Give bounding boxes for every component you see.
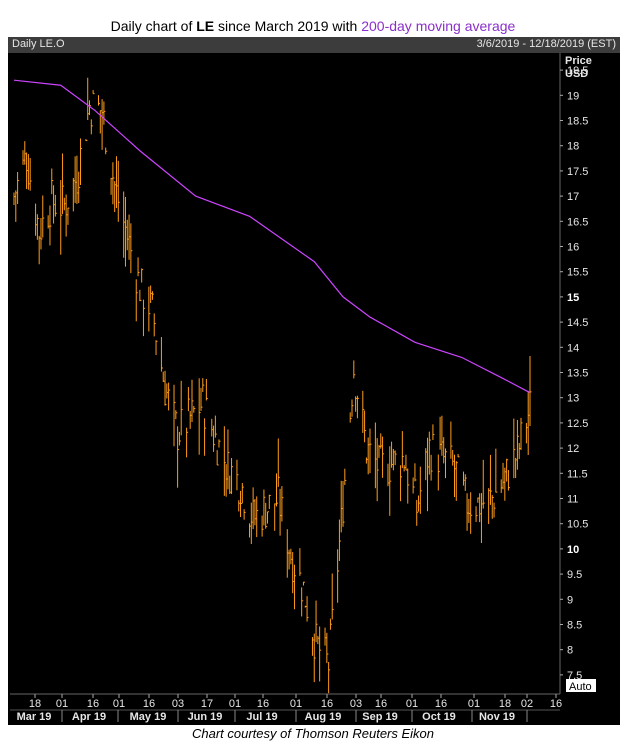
x-tick-label: 03 <box>350 698 362 710</box>
x-tick-label: 16 <box>375 698 387 710</box>
x-tick-label: 17 <box>201 698 213 710</box>
y-tick-label: 8 <box>567 645 573 657</box>
x-month-label: Mar 19 <box>17 711 52 723</box>
y-tick-label: 16 <box>567 242 579 254</box>
y-tick-label: 10 <box>567 544 579 556</box>
auto-scale-button[interactable]: Auto <box>566 679 596 693</box>
x-month-label: Nov 19 <box>479 711 515 723</box>
x-month-label: May 19 <box>130 711 167 723</box>
x-month-label: Jul 19 <box>246 711 277 723</box>
chart-caption: Chart courtesy of Thomson Reuters Eikon <box>191 726 435 741</box>
y-tick-label: 15.5 <box>567 267 588 279</box>
y-tick-label: 14 <box>567 342 579 354</box>
y-tick-label: 12 <box>567 443 579 455</box>
x-tick-label: 02 <box>521 698 533 710</box>
auto-scale-label[interactable]: Auto <box>569 681 592 693</box>
x-tick-label: 01 <box>468 698 480 710</box>
y-tick-label: 14.5 <box>567 317 588 329</box>
y-tick-label: 18.5 <box>567 116 588 128</box>
x-tick-label: 03 <box>172 698 184 710</box>
y-tick-label: 11 <box>567 493 578 505</box>
x-tick-label: 16 <box>87 698 99 710</box>
x-month-label: Aug 19 <box>305 711 342 723</box>
y-tick-label: 11.5 <box>567 468 588 480</box>
x-tick-label: 01 <box>406 698 418 710</box>
x-month-label: Sep 19 <box>362 711 397 723</box>
x-tick-label: 01 <box>229 698 241 710</box>
x-tick-label: 01 <box>56 698 68 710</box>
x-tick-label: 01 <box>290 698 302 710</box>
x-month-label: Oct 19 <box>422 711 456 723</box>
y-tick-label: 13 <box>567 393 579 405</box>
x-tick-label: 18 <box>499 698 511 710</box>
y-tick-label: 13.5 <box>567 368 588 380</box>
x-tick-label: 16 <box>257 698 269 710</box>
x-month-label: Jun 19 <box>188 711 223 723</box>
x-tick-label: 16 <box>550 698 562 710</box>
y-tick-label: 12.5 <box>567 418 588 430</box>
y-tick-label: 15 <box>567 292 579 304</box>
y-tick-label: 19.5 <box>567 65 588 77</box>
y-tick-label: 17 <box>567 191 579 203</box>
x-month-label: Apr 19 <box>72 711 106 723</box>
x-tick-label: 16 <box>321 698 333 710</box>
stock-chart: PriceUSD7.588.599.51010.51111.51212.5131… <box>10 53 596 723</box>
y-tick-label: 9.5 <box>567 569 582 581</box>
y-tick-label: 18 <box>567 141 579 153</box>
y-tick-label: 10.5 <box>567 519 588 531</box>
x-tick-label: 18 <box>29 698 41 710</box>
y-tick-label: 9 <box>567 594 573 606</box>
y-tick-label: 17.5 <box>567 166 588 178</box>
y-tick-label: 8.5 <box>567 619 582 631</box>
x-tick-label: 01 <box>113 698 125 710</box>
y-tick-label: 19 <box>567 90 579 102</box>
x-tick-label: 16 <box>143 698 155 710</box>
x-tick-label: 16 <box>435 698 447 710</box>
y-tick-label: 16.5 <box>567 216 588 228</box>
